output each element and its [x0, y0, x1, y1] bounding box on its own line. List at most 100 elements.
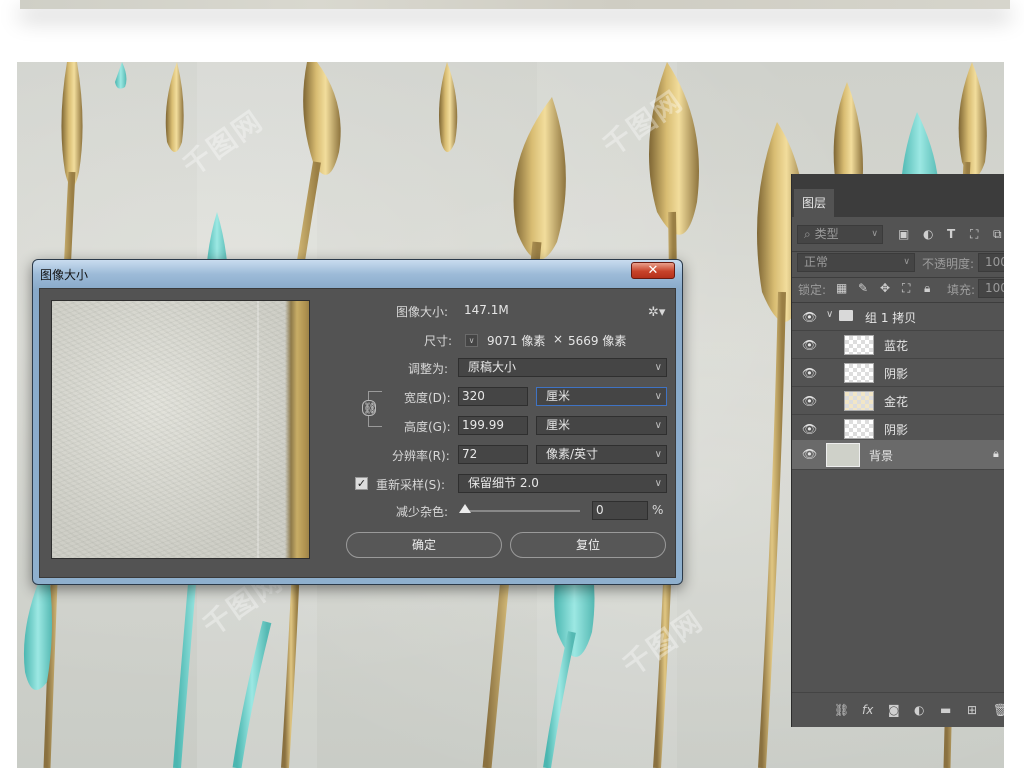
width-input[interactable]: 320	[458, 387, 528, 406]
layer-row[interactable]: 👁︎ 蓝花	[792, 331, 1004, 359]
layer-row[interactable]: 👁︎ 阴影	[792, 415, 1004, 443]
width-unit-select[interactable]: 厘米 ∨	[536, 387, 667, 406]
gear-icon[interactable]: ✲▾	[648, 305, 665, 320]
resample-select[interactable]: 保留细节 2.0 ∨	[458, 474, 667, 493]
layer-filter-value: 类型	[814, 227, 839, 241]
layer-thumbnail	[844, 419, 874, 439]
tab-layers[interactable]: 图层	[794, 189, 834, 217]
eye-icon[interactable]: 👁︎	[802, 394, 817, 408]
reset-button[interactable]: 复位	[510, 532, 666, 558]
image-size-dialog: 图像大小 ✕ 图像大小: 147.1M ✲▾ 尺寸: ∨ 9071 像素 × 5…	[32, 259, 683, 585]
chevron-down-icon: ∨	[654, 391, 662, 402]
previous-artwork-strip	[20, 0, 1010, 9]
divider	[792, 251, 1004, 252]
lock-position-icon[interactable]: ✥	[880, 281, 890, 295]
fill-input[interactable]: 100%	[978, 279, 1004, 298]
image-preview[interactable]	[51, 300, 310, 559]
trash-icon[interactable]: 🗑︎	[993, 703, 1004, 717]
layer-name: 阴影	[884, 367, 909, 381]
lock-image-icon[interactable]: ✎	[858, 281, 868, 295]
noise-label: 减少杂色:	[396, 505, 449, 519]
layer-thumbnail	[844, 391, 874, 411]
dimensions-dropdown[interactable]: ∨	[465, 334, 478, 347]
resolution-unit-select[interactable]: 像素/英寸 ∨	[536, 445, 667, 464]
times-sign: ×	[553, 332, 564, 346]
noise-unit: %	[652, 503, 664, 517]
noise-input[interactable]: 0	[592, 501, 648, 520]
layer-name: 组 1 拷贝	[865, 311, 917, 325]
opacity-input[interactable]: 100%	[978, 253, 1004, 272]
fit-to-select[interactable]: 原稿大小 ∨	[458, 358, 667, 377]
width-pixels: 9071 像素	[487, 334, 546, 348]
adjustment-layer-icon[interactable]: ◐	[914, 703, 924, 717]
resample-value: 保留细节 2.0	[468, 476, 539, 490]
resolution-label: 分辨率(R):	[392, 449, 450, 463]
type-filter-icon[interactable]: T	[947, 227, 955, 241]
layer-row[interactable]: 👁︎ 金花	[792, 387, 1004, 415]
chevron-down-icon[interactable]: ∨	[826, 309, 833, 320]
fit-to-label: 调整为:	[408, 362, 449, 376]
image-filter-icon[interactable]: ▣	[898, 227, 909, 241]
layer-name: 阴影	[884, 423, 909, 437]
noise-slider-thumb[interactable]	[459, 504, 471, 513]
lock-transparent-icon[interactable]: ▦	[836, 281, 847, 295]
dimensions-label: 尺寸:	[424, 334, 453, 348]
height-unit: 厘米	[546, 418, 571, 432]
height-input[interactable]: 199.99	[458, 416, 528, 435]
layer-filter-select[interactable]: ⌕ 类型 ∨	[797, 225, 883, 244]
eye-icon[interactable]: 👁︎	[802, 310, 817, 324]
smart-object-filter-icon[interactable]: ⧉	[993, 227, 1002, 242]
image-size-label: 图像大小:	[396, 305, 449, 319]
width-unit: 厘米	[546, 389, 571, 403]
dialog-body: 图像大小: 147.1M ✲▾ 尺寸: ∨ 9071 像素 × 5669 像素 …	[39, 288, 676, 578]
new-group-icon[interactable]: ▬	[940, 703, 951, 717]
layers-bottom-toolbar: ⛓ fx ◙ ◐ ▬ ⊞ 🗑︎	[792, 692, 1004, 727]
eye-icon[interactable]: 👁︎	[802, 447, 817, 461]
blend-mode-select[interactable]: 正常 ∨	[797, 253, 915, 272]
noise-slider-track[interactable]	[465, 510, 580, 512]
preview-stem	[267, 301, 309, 558]
resample-label: 重新采样(S):	[376, 478, 446, 492]
adjustment-filter-icon[interactable]: ◐	[923, 227, 933, 241]
fill-label: 填充:	[947, 283, 976, 297]
chevron-down-icon: ∨	[654, 449, 662, 460]
fit-to-value: 原稿大小	[468, 360, 517, 374]
resolution-input[interactable]: 72	[458, 445, 528, 464]
layer-name: 金花	[884, 395, 909, 409]
close-button[interactable]: ✕	[631, 262, 675, 279]
preview-panel-edge	[257, 301, 259, 558]
fx-icon[interactable]: fx	[862, 703, 873, 717]
eye-icon[interactable]: 👁︎	[802, 338, 817, 352]
lock-icon: 🔒︎	[993, 447, 999, 460]
height-label: 高度(G):	[404, 420, 451, 434]
chain-link-icon[interactable]: ⛓	[362, 400, 377, 416]
image-size-value: 147.1M	[464, 303, 509, 317]
chevron-down-icon: ∨	[903, 257, 910, 267]
layers-tab-bar: 图层	[792, 174, 1004, 217]
resample-checkbox[interactable]: ✓	[355, 477, 368, 490]
chevron-down-icon: ∨	[654, 420, 662, 431]
layer-name: 背景	[869, 449, 894, 463]
folder-icon	[839, 310, 853, 321]
shape-filter-icon[interactable]: ⛶	[970, 227, 978, 242]
layer-row[interactable]: 👁︎ 阴影	[792, 359, 1004, 387]
link-layers-icon[interactable]: ⛓	[834, 703, 849, 717]
lock-artboard-icon[interactable]: ⛶	[902, 281, 910, 296]
ok-button[interactable]: 确定	[346, 532, 502, 558]
layer-thumbnail	[844, 335, 874, 355]
layer-row-group[interactable]: 👁︎ ∨ 组 1 拷贝	[792, 303, 1004, 331]
layers-panel: 图层 ⌕ 类型 ∨ ▣ ◐ T ⛶ ⧉ 正常 ∨ 不透明度: 100% 锁定: …	[791, 174, 1004, 727]
resolution-unit: 像素/英寸	[546, 447, 599, 461]
layer-row-background[interactable]: 👁︎ 背景 🔒︎	[792, 440, 1004, 470]
lock-all-icon[interactable]: 🔒︎	[924, 281, 930, 296]
eye-icon[interactable]: 👁︎	[802, 422, 817, 436]
height-unit-select[interactable]: 厘米 ∨	[536, 416, 667, 435]
new-layer-icon[interactable]: ⊞	[967, 703, 977, 717]
blend-mode-value: 正常	[804, 255, 829, 269]
eye-icon[interactable]: 👁︎	[802, 366, 817, 380]
height-pixels: 5669 像素	[568, 334, 627, 348]
chevron-down-icon: ∨	[871, 229, 878, 239]
add-mask-icon[interactable]: ◙	[888, 703, 900, 717]
opacity-label: 不透明度:	[922, 257, 975, 271]
divider	[792, 277, 1004, 278]
